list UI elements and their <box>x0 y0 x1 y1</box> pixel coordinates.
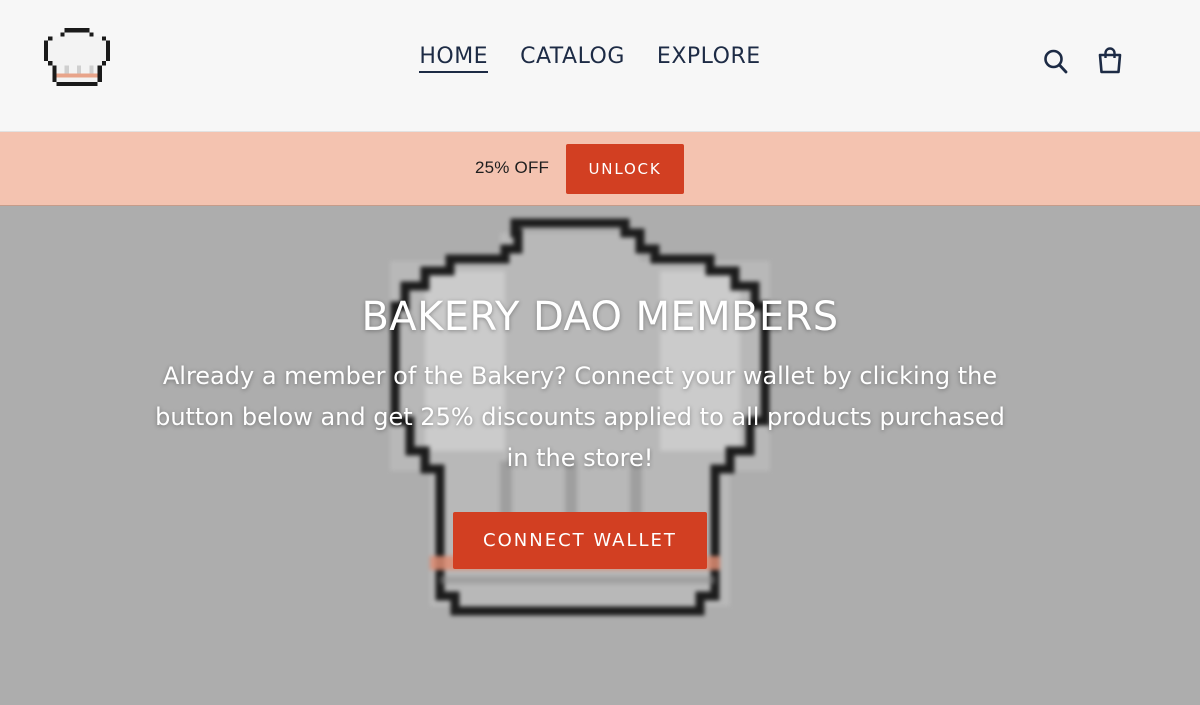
header-icons <box>1042 46 1124 76</box>
unlock-button[interactable]: UNLOCK <box>566 144 684 194</box>
site-header: HOME CATALOG EXPLORE <box>0 0 1200 132</box>
promo-bar: 25% OFF UNLOCK <box>0 132 1200 206</box>
main-nav: HOME CATALOG EXPLORE <box>0 44 1200 73</box>
hero-description: Already a member of the Bakery? Connect … <box>155 362 1005 472</box>
shopping-bag-icon[interactable] <box>1096 46 1124 76</box>
hero-section: BAKERY DAO MEMBERS Already a member of t… <box>0 206 1200 705</box>
promo-text: 25% OFF <box>475 158 550 177</box>
nav-catalog[interactable]: CATALOG <box>520 44 625 73</box>
search-icon[interactable] <box>1042 46 1070 76</box>
connect-wallet-button[interactable]: CONNECT WALLET <box>453 512 707 569</box>
hero-title: BAKERY DAO MEMBERS <box>361 294 839 340</box>
nav-explore[interactable]: EXPLORE <box>657 44 761 73</box>
nav-home[interactable]: HOME <box>419 44 489 73</box>
